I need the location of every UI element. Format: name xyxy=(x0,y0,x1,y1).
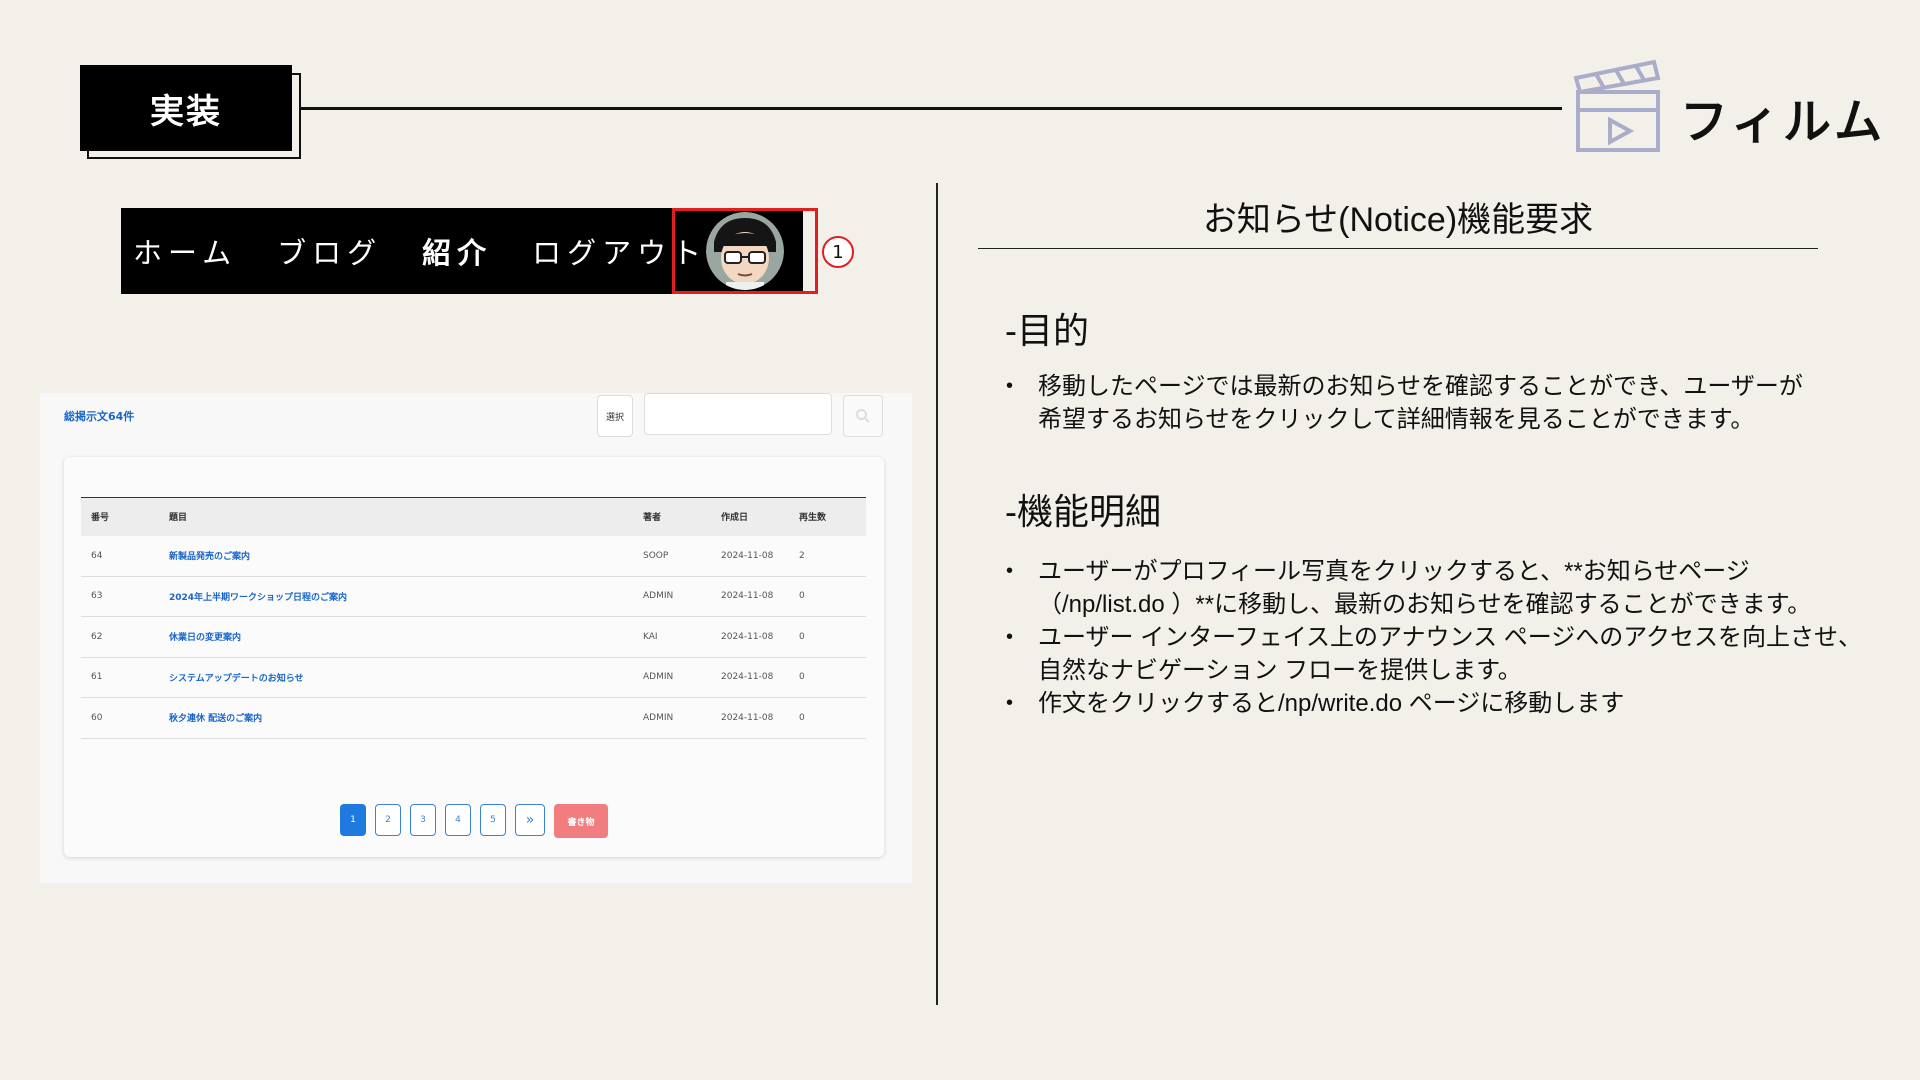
page-3-button[interactable]: 3 xyxy=(410,804,436,836)
row-author: SOOP xyxy=(633,535,711,577)
col-title: 題目 xyxy=(169,513,188,524)
detail-heading: -機能明細 xyxy=(1005,491,1161,532)
row-date: 2024-11-08 xyxy=(711,535,789,577)
row-author: ADMIN xyxy=(633,657,711,698)
row-author: ADMIN xyxy=(633,576,711,617)
row-views: 0 xyxy=(789,576,866,617)
row-number: 60 xyxy=(81,697,159,739)
table-row[interactable]: 60 秋夕連休 配送のご案内 ADMIN 2024-11-08 0 xyxy=(81,697,866,739)
notice-table: 番号 題目 著者 作成日 再生数 64 新製品発売のご案内 SOOP 2024-… xyxy=(81,497,866,739)
col-number: 番号 xyxy=(91,513,110,524)
purpose-item: 移動したページでは最新のお知らせを確認することができ、ユーザーが希望するお知らせ… xyxy=(1004,370,1824,436)
row-date: 2024-11-08 xyxy=(711,697,789,739)
detail-list: ユーザーがプロフィール写真をクリックすると、**お知らせページ（/np/list… xyxy=(1004,555,1864,720)
row-date: 2024-11-08 xyxy=(711,616,789,658)
search-icon xyxy=(856,409,870,423)
purpose-heading: -目的 xyxy=(1005,310,1089,351)
table-header-row: 番号 題目 著者 作成日 再生数 xyxy=(81,497,866,536)
title-underline xyxy=(978,248,1818,249)
search-type-select[interactable]: 選択 xyxy=(597,395,633,437)
search-input[interactable] xyxy=(644,393,832,435)
row-views: 0 xyxy=(789,616,866,658)
section-tag: 実装 xyxy=(80,65,292,151)
row-title-link[interactable]: 新製品発売のご案内 xyxy=(159,535,633,577)
total-count-label: 総掲示文64件 xyxy=(64,410,135,423)
row-title-link[interactable]: システムアップデートのお知らせ xyxy=(159,657,633,698)
search-button[interactable] xyxy=(843,395,883,437)
page-4-button[interactable]: 4 xyxy=(445,804,471,836)
header-rule xyxy=(300,107,1562,110)
row-author: ADMIN xyxy=(633,697,711,739)
table-row[interactable]: 61 システムアップデートのお知らせ ADMIN 2024-11-08 0 xyxy=(81,657,866,698)
page-2-button[interactable]: 2 xyxy=(375,804,401,836)
notice-list-screenshot: 総掲示文64件 選択 番号 題目 著者 作成日 再生数 64 新製品発売のご案内… xyxy=(40,393,912,883)
row-number: 64 xyxy=(81,535,159,577)
col-author: 著者 xyxy=(643,513,662,524)
step-marker: 1 xyxy=(822,236,854,268)
row-title-link[interactable]: 休業日の変更案内 xyxy=(159,616,633,658)
row-number: 61 xyxy=(81,657,159,698)
write-button[interactable]: 書き物 xyxy=(554,804,608,838)
row-views: 0 xyxy=(789,657,866,698)
detail-item: 作文をクリックすると/np/write.do ページに移動します xyxy=(1004,687,1864,720)
page-5-button[interactable]: 5 xyxy=(480,804,506,836)
table-row[interactable]: 63 2024年上半期ワークショップ日程のご案内 ADMIN 2024-11-0… xyxy=(81,576,866,617)
pagination: 1 2 3 4 5 » 書き物 xyxy=(340,804,608,838)
nav-about-link[interactable]: 紹介 xyxy=(422,230,492,272)
row-number: 63 xyxy=(81,576,159,617)
row-date: 2024-11-08 xyxy=(711,657,789,698)
row-date: 2024-11-08 xyxy=(711,576,789,617)
project-title: フィルム xyxy=(1680,94,1887,150)
page-1-button[interactable]: 1 xyxy=(340,804,366,836)
row-title-link[interactable]: 秋夕連休 配送のご案内 xyxy=(159,697,633,739)
col-views: 再生数 xyxy=(799,513,827,524)
row-views: 0 xyxy=(789,697,866,739)
detail-item: ユーザー インターフェイス上のアナウンス ページへのアクセスを向上させ、自然なナ… xyxy=(1004,621,1864,687)
clapperboard-icon xyxy=(1573,59,1661,152)
row-author: KAI xyxy=(633,616,711,658)
row-views: 2 xyxy=(789,535,866,577)
profile-avatar-highlight[interactable] xyxy=(672,208,818,294)
avatar[interactable] xyxy=(706,212,784,290)
vertical-divider xyxy=(936,183,938,1005)
nav-blog-link[interactable]: ブログ xyxy=(277,230,382,272)
table-row[interactable]: 64 新製品発売のご案内 SOOP 2024-11-08 2 xyxy=(81,535,866,577)
detail-item: ユーザーがプロフィール写真をクリックすると、**お知らせページ（/np/list… xyxy=(1004,555,1864,621)
purpose-list: 移動したページでは最新のお知らせを確認することができ、ユーザーが希望するお知らせ… xyxy=(1004,370,1824,436)
table-row[interactable]: 62 休業日の変更案内 KAI 2024-11-08 0 xyxy=(81,616,866,658)
row-number: 62 xyxy=(81,616,159,658)
requirements-title: お知らせ(Notice)機能要求 xyxy=(1202,201,1594,239)
next-page-button[interactable]: » xyxy=(515,804,545,836)
col-date: 作成日 xyxy=(721,513,749,524)
row-title-link[interactable]: 2024年上半期ワークショップ日程のご案内 xyxy=(159,576,633,617)
notice-table-card: 番号 題目 著者 作成日 再生数 64 新製品発売のご案内 SOOP 2024-… xyxy=(64,457,884,857)
nav-home-link[interactable]: ホーム xyxy=(133,230,237,272)
